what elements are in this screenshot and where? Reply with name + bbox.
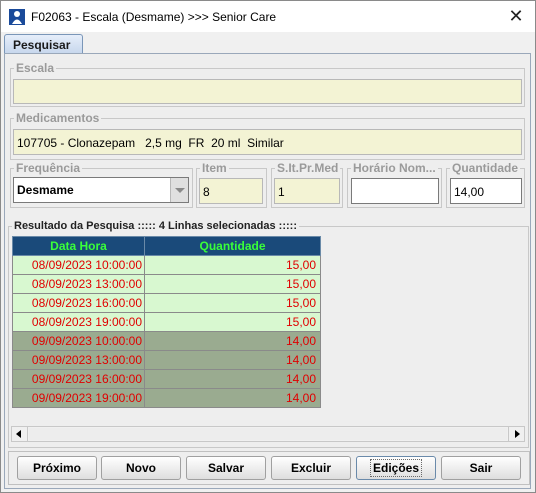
table-header-row: Data Hora Quantidade	[12, 236, 321, 256]
cell-data-hora: 09/09/2023 13:00:00	[12, 350, 145, 370]
excluir-button[interactable]: Excluir	[271, 456, 351, 480]
horizontal-scrollbar[interactable]	[11, 426, 525, 442]
item-field: 8	[199, 178, 263, 204]
table-row[interactable]: 08/09/2023 16:00:00 15,00	[12, 293, 321, 313]
scroll-right-button[interactable]	[508, 427, 524, 441]
frequencia-value: Desmame	[14, 178, 170, 202]
frequencia-dropdown-button[interactable]	[170, 178, 188, 202]
medicamentos-field: 107705 - Clonazepam 2,5 mg FR 20 ml Simi…	[13, 129, 522, 155]
arrow-right-icon	[515, 430, 520, 438]
frequencia-label: Frequência	[16, 161, 81, 175]
slt-pr-med-field: 1	[274, 178, 340, 204]
escala-label: Escala	[16, 61, 55, 75]
close-button[interactable]: ✕	[505, 6, 527, 28]
window-title: F02063 - Escala (Desmame) >>> Senior Car…	[31, 10, 277, 24]
horario-label: Horário Nom...	[353, 161, 436, 175]
tab-pesquisar[interactable]: Pesquisar	[4, 34, 83, 54]
proximo-button[interactable]: Próximo	[17, 456, 97, 480]
salvar-button[interactable]: Salvar	[186, 456, 266, 480]
edicoes-label: Edições	[369, 459, 423, 477]
user-icon	[9, 9, 25, 25]
results-table: Data Hora Quantidade 08/09/2023 10:00:00…	[12, 236, 321, 408]
frequencia-combo[interactable]: Desmame	[13, 177, 189, 203]
table-row[interactable]: 08/09/2023 19:00:00 15,00	[12, 312, 321, 332]
table-row[interactable]: 09/09/2023 10:00:00 14,00	[12, 331, 321, 351]
cell-quantidade: 15,00	[144, 312, 321, 332]
horario-input[interactable]	[351, 178, 439, 204]
cell-data-hora: 08/09/2023 13:00:00	[12, 274, 145, 294]
medicamentos-label: Medicamentos	[16, 111, 100, 125]
table-row[interactable]: 09/09/2023 13:00:00 14,00	[12, 350, 321, 370]
chevron-down-icon	[175, 188, 185, 193]
cell-quantidade: 14,00	[144, 388, 321, 408]
quantidade-input[interactable]: 14,00	[450, 178, 522, 204]
scroll-left-button[interactable]	[12, 427, 28, 441]
sair-button[interactable]: Sair	[441, 456, 521, 480]
cell-quantidade: 15,00	[144, 274, 321, 294]
slt-pr-med-label: S.It.Pr.Med	[277, 161, 339, 175]
cell-data-hora: 08/09/2023 19:00:00	[12, 312, 145, 332]
novo-button[interactable]: Novo	[101, 456, 181, 480]
table-row[interactable]: 08/09/2023 13:00:00 15,00	[12, 274, 321, 294]
cell-quantidade: 14,00	[144, 350, 321, 370]
results-legend: Resultado da Pesquisa ::::: 4 Linhas sel…	[14, 220, 297, 232]
arrow-left-icon	[16, 430, 21, 438]
cell-data-hora: 09/09/2023 16:00:00	[12, 369, 145, 389]
scroll-thumb[interactable]	[29, 428, 507, 440]
column-header-data-hora[interactable]: Data Hora	[12, 236, 145, 256]
cell-data-hora: 09/09/2023 19:00:00	[12, 388, 145, 408]
cell-quantidade: 15,00	[144, 293, 321, 313]
cell-quantidade: 15,00	[144, 255, 321, 275]
app-window: F02063 - Escala (Desmame) >>> Senior Car…	[0, 0, 536, 493]
column-header-quantidade[interactable]: Quantidade	[144, 236, 321, 256]
cell-quantidade: 14,00	[144, 369, 321, 389]
cell-data-hora: 09/09/2023 10:00:00	[12, 331, 145, 351]
button-bar: Próximo Novo Salvar Excluir Edições Sair	[8, 451, 530, 485]
table-row[interactable]: 09/09/2023 19:00:00 14,00	[12, 388, 321, 408]
table-row[interactable]: 09/09/2023 16:00:00 14,00	[12, 369, 321, 389]
item-label: Item	[202, 161, 227, 175]
close-icon: ✕	[508, 6, 524, 26]
cell-data-hora: 08/09/2023 16:00:00	[12, 293, 145, 313]
escala-field	[13, 79, 522, 104]
title-bar: F02063 - Escala (Desmame) >>> Senior Car…	[1, 1, 535, 32]
edicoes-button[interactable]: Edições	[356, 456, 436, 480]
cell-data-hora: 08/09/2023 10:00:00	[12, 255, 145, 275]
cell-quantidade: 14,00	[144, 331, 321, 351]
table-row[interactable]: 08/09/2023 10:00:00 15,00	[12, 255, 321, 275]
quantidade-label: Quantidade	[452, 161, 519, 175]
